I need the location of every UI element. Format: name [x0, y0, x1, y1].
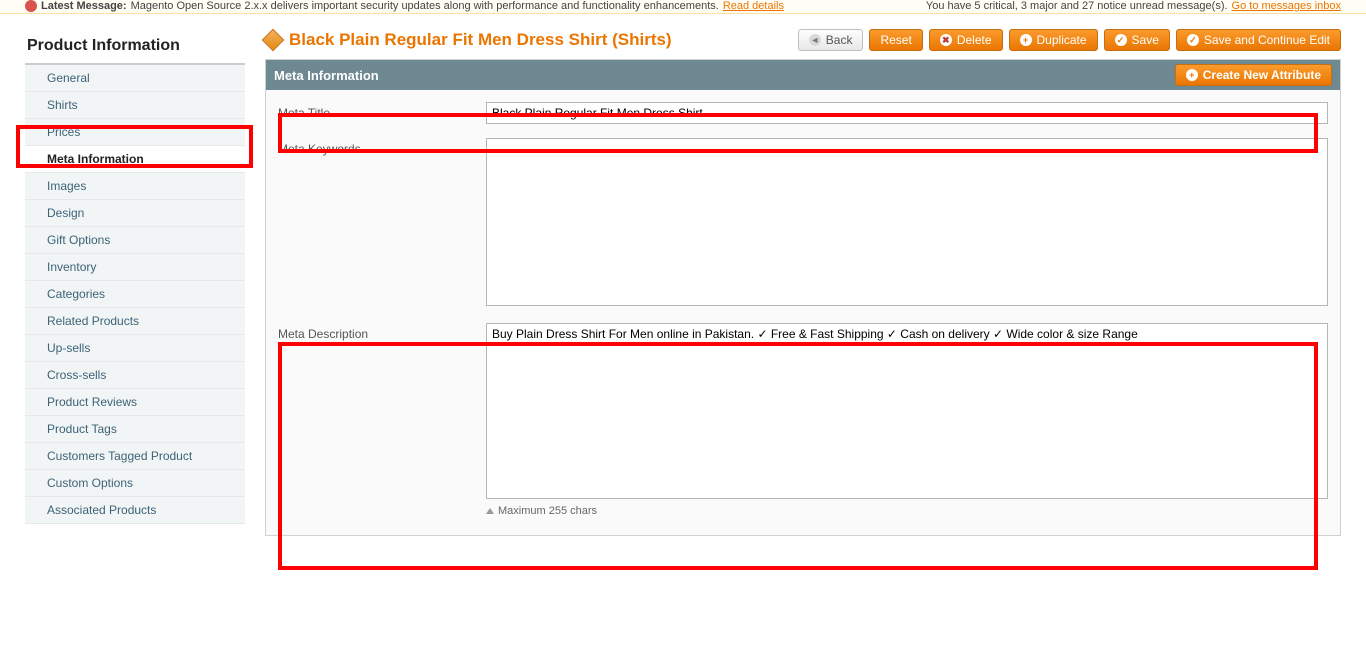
- section-title: Meta Information: [274, 68, 379, 83]
- delete-icon: ✖: [940, 34, 952, 46]
- sidebar-item-general[interactable]: General: [25, 65, 245, 92]
- page-title: Black Plain Regular Fit Men Dress Shirt …: [289, 30, 672, 50]
- sidebar-list: General Shirts Prices Meta Information I…: [25, 65, 245, 524]
- back-button-label: Back: [826, 33, 853, 47]
- sidebar-item-cross-sells[interactable]: Cross-sells: [25, 362, 245, 389]
- sidebar-item-design[interactable]: Design: [25, 200, 245, 227]
- sidebar-item-product-reviews[interactable]: Product Reviews: [25, 389, 245, 416]
- action-buttons: ◄ Back Reset ✖ Delete + Duplicate ✓ Save: [798, 29, 1341, 51]
- meta-title-row: Meta Title: [278, 102, 1328, 124]
- messages-inbox-link[interactable]: Go to messages inbox: [1232, 0, 1341, 12]
- sidebar-item-related-products[interactable]: Related Products: [25, 308, 245, 335]
- save-continue-button-label: Save and Continue Edit: [1204, 33, 1330, 47]
- delete-button[interactable]: ✖ Delete: [929, 29, 1003, 51]
- content-area: Black Plain Regular Fit Men Dress Shirt …: [265, 29, 1341, 556]
- sidebar-item-shirts[interactable]: Shirts: [25, 92, 245, 119]
- helper-text: Maximum 255 chars: [486, 505, 1328, 517]
- delete-button-label: Delete: [957, 33, 992, 47]
- meta-description-row: Meta Description Buy Plain Dress Shirt F…: [278, 323, 1328, 517]
- sidebar-item-custom-options[interactable]: Custom Options: [25, 470, 245, 497]
- save-continue-button[interactable]: ✓ Save and Continue Edit: [1176, 29, 1341, 51]
- duplicate-button-label: Duplicate: [1037, 33, 1087, 47]
- check-icon: ✓: [1115, 34, 1127, 46]
- save-button-label: Save: [1132, 33, 1159, 47]
- reset-button[interactable]: Reset: [869, 29, 922, 51]
- meta-keywords-input[interactable]: [486, 138, 1328, 306]
- sidebar-item-associated-products[interactable]: Associated Products: [25, 497, 245, 524]
- meta-keywords-row: Meta Keywords: [278, 138, 1328, 309]
- sidebar-item-categories[interactable]: Categories: [25, 281, 245, 308]
- meta-title-label: Meta Title: [278, 102, 486, 120]
- create-new-attribute-label: Create New Attribute: [1203, 68, 1321, 82]
- meta-keywords-label: Meta Keywords: [278, 138, 486, 156]
- sidebar: Product Information General Shirts Price…: [25, 29, 245, 556]
- reset-button-label: Reset: [880, 33, 911, 47]
- check-icon: ✓: [1187, 34, 1199, 46]
- sidebar-item-product-tags[interactable]: Product Tags: [25, 416, 245, 443]
- warning-icon: [25, 0, 37, 12]
- latest-message-text: Magento Open Source 2.x.x delivers impor…: [131, 0, 719, 12]
- meta-description-input[interactable]: Buy Plain Dress Shirt For Men online in …: [486, 323, 1328, 499]
- meta-information-section: Meta Information + Create New Attribute …: [265, 59, 1341, 536]
- sidebar-item-customers-tagged-product[interactable]: Customers Tagged Product: [25, 443, 245, 470]
- product-cube-icon: [262, 29, 285, 52]
- latest-message-label: Latest Message:: [41, 0, 127, 12]
- sidebar-item-prices[interactable]: Prices: [25, 119, 245, 146]
- create-new-attribute-button[interactable]: + Create New Attribute: [1175, 64, 1332, 86]
- helper-label: Maximum 255 chars: [498, 505, 597, 517]
- back-button[interactable]: ◄ Back: [798, 29, 864, 51]
- meta-description-label: Meta Description: [278, 323, 486, 341]
- notification-bar: Latest Message: Magento Open Source 2.x.…: [0, 0, 1366, 14]
- sidebar-item-up-sells[interactable]: Up-sells: [25, 335, 245, 362]
- meta-title-input[interactable]: [486, 102, 1328, 124]
- sidebar-title: Product Information: [25, 29, 245, 65]
- read-details-link[interactable]: Read details: [723, 0, 784, 12]
- sidebar-item-gift-options[interactable]: Gift Options: [25, 227, 245, 254]
- sidebar-item-images[interactable]: Images: [25, 173, 245, 200]
- messages-summary: You have 5 critical, 3 major and 27 noti…: [926, 0, 1228, 12]
- duplicate-button[interactable]: + Duplicate: [1009, 29, 1098, 51]
- sidebar-item-inventory[interactable]: Inventory: [25, 254, 245, 281]
- save-button[interactable]: ✓ Save: [1104, 29, 1170, 51]
- back-icon: ◄: [809, 34, 821, 46]
- sidebar-item-meta-information[interactable]: Meta Information: [25, 146, 245, 173]
- plus-icon: +: [1020, 34, 1032, 46]
- plus-icon: +: [1186, 69, 1198, 81]
- triangle-up-icon: [486, 508, 494, 514]
